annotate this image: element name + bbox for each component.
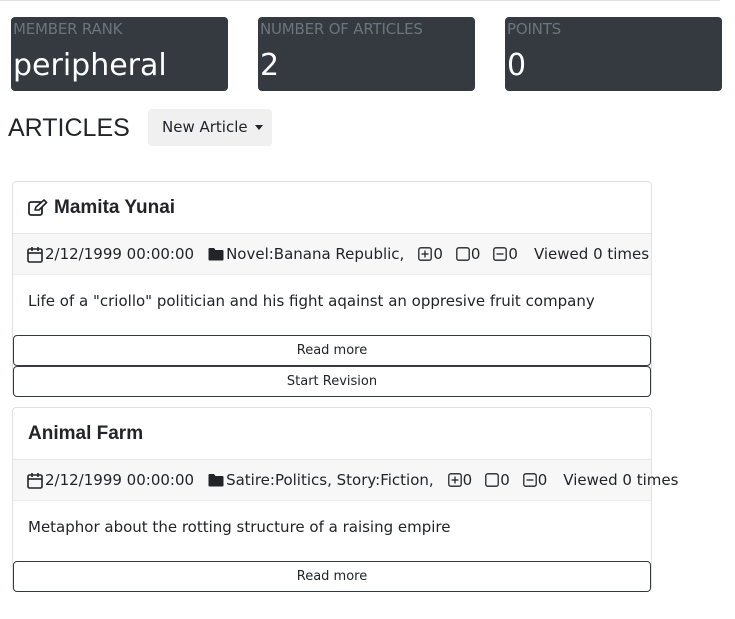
category-group: Satire:Politics, Story:Fiction, [208, 460, 434, 500]
article-title-row: Mamita Yunai [28, 196, 175, 220]
minus-votes[interactable]: 0 [522, 460, 548, 500]
member-rank-label: MEMBER RANK [13, 20, 123, 38]
article-header: Animal Farm [13, 408, 651, 460]
minus-square-icon [522, 473, 537, 487]
article-date: 2/12/1999 00:00:00 [45, 471, 195, 489]
caret-down-icon [255, 125, 263, 130]
date-group: 2/12/1999 00:00:00 [27, 234, 194, 274]
member-rank-value: peripheral [13, 48, 167, 83]
points-card: POINTS 0 [505, 17, 722, 91]
minus-count: 0 [508, 245, 518, 263]
neutral-count: 0 [470, 245, 481, 263]
neutral-votes[interactable]: 0 [456, 234, 481, 274]
plus-square-icon [447, 473, 462, 487]
view-count: Viewed 0 times [563, 471, 679, 489]
points-label: POINTS [507, 20, 561, 38]
view-count: Viewed 0 times [533, 245, 650, 263]
neutral-count: 0 [500, 471, 510, 489]
category-group: Novel:Banana Republic, [208, 234, 404, 274]
edit-icon[interactable] [28, 199, 48, 217]
article-count-label: NUMBER OF ARTICLES [260, 20, 423, 38]
neutral-votes[interactable]: 0 [485, 460, 510, 500]
plus-square-icon [418, 247, 433, 261]
square-icon [485, 473, 500, 487]
new-article-dropdown-button[interactable]: New Article [148, 109, 272, 146]
article-date: 2/12/1999 00:00:00 [45, 245, 195, 263]
square-icon [456, 247, 470, 261]
article-count-card: NUMBER OF ARTICLES 2 [258, 17, 475, 91]
calendar-icon [27, 246, 43, 263]
plus-votes[interactable]: 0 [418, 234, 443, 274]
article-title-row: Animal Farm [28, 422, 143, 446]
article-header: Mamita Yunai [13, 182, 651, 234]
article-card: Mamita Yunai 2/12/1999 00:00:00 Novel:Ba… [12, 181, 652, 397]
article-categories: Novel:Banana Republic, [226, 245, 405, 263]
article-meta: 2/12/1999 00:00:00 Satire:Politics, Stor… [13, 460, 678, 501]
folder-icon [208, 248, 224, 261]
minus-square-icon [493, 247, 508, 261]
articles-heading: ARTICLES [8, 114, 130, 142]
article-card: Animal Farm 2/12/1999 00:00:00 Satire:Po… [12, 407, 678, 592]
article-categories: Satire:Politics, Story:Fiction, [226, 471, 434, 489]
start-revision-button[interactable]: Start Revision [13, 366, 651, 397]
read-more-button[interactable]: Read more [13, 335, 651, 366]
read-more-button[interactable]: Read more [13, 561, 651, 592]
date-group: 2/12/1999 00:00:00 [27, 460, 194, 500]
points-value: 0 [507, 48, 527, 83]
minus-count: 0 [537, 471, 548, 489]
article-count-value: 2 [260, 48, 280, 83]
plus-votes[interactable]: 0 [447, 460, 473, 500]
article-title: Mamita Yunai [54, 197, 176, 218]
folder-icon [208, 474, 224, 487]
article-summary: Metaphor about the rotting structure of … [28, 518, 451, 536]
top-divider [0, 0, 720, 1]
new-article-label: New Article [162, 118, 248, 136]
calendar-icon [27, 472, 43, 489]
member-rank-card: MEMBER RANK peripheral [11, 17, 228, 91]
plus-count: 0 [462, 471, 473, 489]
article-summary: Life of a "criollo" politician and his f… [28, 292, 595, 310]
article-meta: 2/12/1999 00:00:00 Novel:Banana Republic… [13, 234, 651, 275]
plus-count: 0 [433, 245, 443, 263]
minus-votes[interactable]: 0 [493, 234, 518, 274]
article-title: Animal Farm [28, 423, 144, 444]
